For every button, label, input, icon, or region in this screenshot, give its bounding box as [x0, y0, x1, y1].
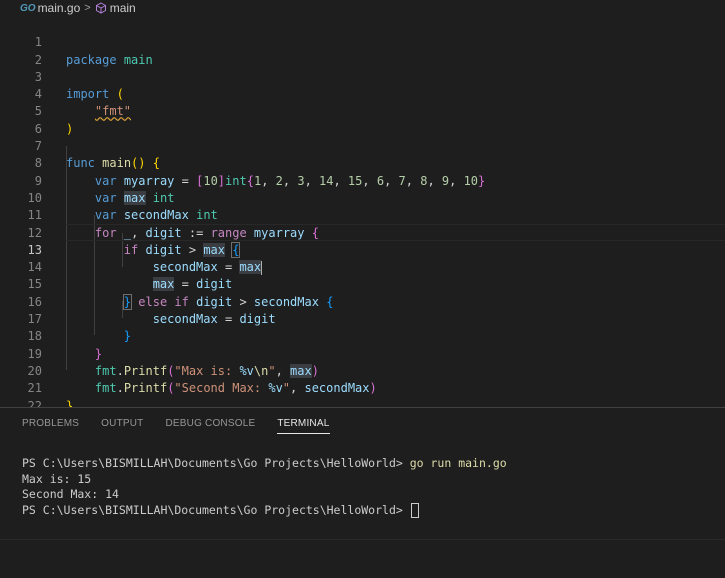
breadcrumb: GO main.go > main [0, 0, 725, 16]
code-line: 19 fmt.Printf("Max is: %v\n", max) [0, 328, 725, 378]
panel-divider [0, 539, 725, 540]
code-line: 3 import ( [0, 52, 725, 101]
code-line: 12 if digit > max { [0, 207, 725, 258]
tab-output[interactable]: OUTPUT [101, 418, 143, 434]
tab-debug-console[interactable]: DEBUG CONSOLE [165, 418, 255, 434]
code-line: 8 var myarray = [10]int{1, 2, 3, 14, 15,… [0, 138, 725, 187]
go-file-icon: GO [20, 2, 36, 14]
code-line: 2 [0, 34, 725, 67]
code-line: 6 [0, 104, 725, 136]
code-editor[interactable]: 1 package main 2 3 import ( 4 "fmt" 5 ) … [0, 17, 725, 413]
code-line: 22 [0, 380, 725, 413]
code-line: 10 var secondMax int [0, 173, 725, 222]
bottom-panel: PROBLEMS OUTPUT DEBUG CONSOLE TERMINAL P… [0, 407, 725, 578]
code-line: 4 "fmt" [0, 69, 725, 118]
terminal-cursor [410, 502, 419, 518]
code-line: 18 } [0, 311, 725, 360]
terminal-output-line: Second Max: 14 [22, 487, 119, 501]
symbol-method-icon [95, 2, 107, 14]
code-line: 14 max = digit [0, 242, 725, 292]
code-line: 20 fmt.Printf("Second Max: %v", secondMa… [0, 346, 725, 395]
code-line: 17 } [0, 294, 725, 343]
tab-problems[interactable]: PROBLEMS [22, 418, 79, 434]
code-line: 21 } [0, 363, 725, 412]
code-line-current: 13 secondMax = max [0, 225, 725, 275]
terminal-prompt: PS C:\Users\BISMILLAH\Documents\Go Proje… [22, 502, 410, 517]
terminal-command: go run main.go [409, 456, 507, 470]
breadcrumb-file[interactable]: main.go [38, 1, 81, 15]
terminal-output[interactable]: PS C:\Users\BISMILLAH\Documents\Go Proje… [22, 456, 507, 518]
code-line: 9 var max int [0, 155, 725, 205]
terminal-output-line: Max is: 15 [22, 471, 92, 486]
code-line: 16 secondMax = digit [0, 277, 725, 326]
code-line: 11 for _, digit := range myarray { [0, 190, 725, 239]
code-line: 5 ) [0, 86, 725, 135]
code-line: 15 } else if digit > secondMax { [0, 259, 725, 310]
panel-tabs: PROBLEMS OUTPUT DEBUG CONSOLE TERMINAL [22, 418, 352, 434]
breadcrumb-symbol[interactable]: main [110, 1, 136, 15]
chevron-right-icon: > [84, 2, 91, 14]
code-line: 1 package main [0, 17, 725, 66]
tab-terminal[interactable]: TERMINAL [277, 418, 330, 434]
code-line: 7 func main() { [0, 121, 725, 170]
terminal-prompt: PS C:\Users\BISMILLAH\Documents\Go Proje… [22, 456, 410, 470]
